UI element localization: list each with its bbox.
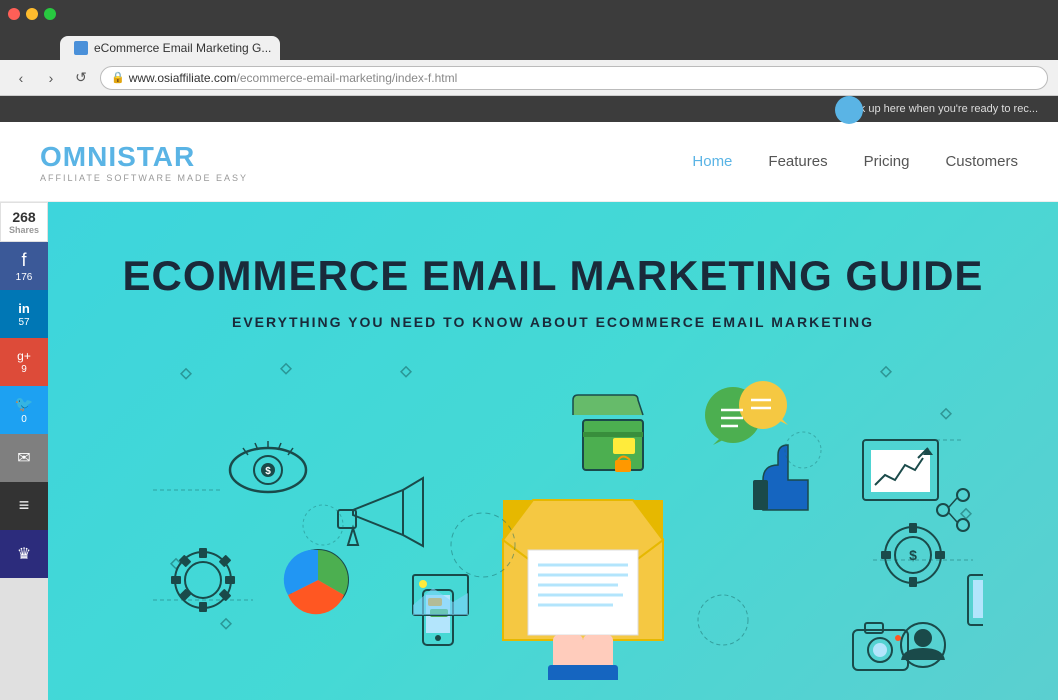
hero-subtitle: EVERYTHING YOU NEED TO KNOW ABOUT ECOMME… — [232, 314, 874, 330]
browser-tabs: eCommerce Email Marketing G... × — [0, 28, 1058, 60]
share-sidebar: 268 Shares f 176 in 57 g+ 9 🐦 0 ✉ — [0, 202, 48, 700]
twitter-share-button[interactable]: 🐦 0 — [0, 386, 48, 434]
nav-home[interactable]: Home — [692, 153, 732, 170]
site-header: OMNISTAR AFFILIATE SOFTWARE MADE EASY Ho… — [0, 122, 1058, 202]
tab-title: eCommerce Email Marketing G... — [94, 41, 271, 55]
active-tab[interactable]: eCommerce Email Marketing G... × — [60, 36, 280, 60]
fullscreen-dot[interactable] — [44, 8, 56, 20]
tab-favicon — [74, 41, 88, 55]
browser-chrome: eCommerce Email Marketing G... × ‹ › ↺ 🔒… — [0, 0, 1058, 122]
twitter-count: 0 — [21, 414, 27, 425]
linkedin-share-button[interactable]: in 57 — [0, 290, 48, 338]
linkedin-count: 57 — [18, 317, 29, 328]
email-icon: ✉ — [17, 448, 30, 468]
secure-icon: 🔒 — [111, 71, 125, 84]
hero-section: ECOMMERCE EMAIL MARKETING GUIDE EVERYTHI… — [48, 202, 1058, 700]
close-dot[interactable] — [8, 8, 20, 20]
crown-icon: ♛ — [17, 544, 31, 564]
browser-toolbar: ‹ › ↺ 🔒 www.osiaffiliate.com /ecommerce-… — [0, 60, 1058, 96]
share-number: 268 — [1, 209, 47, 225]
address-bar[interactable]: 🔒 www.osiaffiliate.com /ecommerce-email-… — [100, 66, 1048, 90]
share-label: Shares — [1, 225, 47, 235]
address-url-main: www.osiaffiliate.com — [129, 71, 237, 85]
googleplus-share-button[interactable]: g+ 9 — [0, 338, 48, 386]
logo-tagline: AFFILIATE SOFTWARE MADE EASY — [40, 173, 248, 183]
address-url-path: /ecommerce-email-marketing/index-f.html — [237, 71, 458, 85]
hero-title: ECOMMERCE EMAIL MARKETING GUIDE — [123, 252, 984, 300]
svg-text:$: $ — [265, 466, 271, 477]
browser-titlebar — [0, 0, 1058, 28]
linkedin-icon: in — [18, 301, 30, 316]
banner-circle[interactable] — [835, 96, 863, 124]
minimize-dot[interactable] — [26, 8, 38, 20]
facebook-icon: f — [21, 250, 26, 271]
top-banner-text: Click up here when you're ready to rec..… — [841, 103, 1038, 115]
refresh-button[interactable]: ↺ — [70, 67, 92, 89]
forward-button[interactable]: › — [40, 67, 62, 89]
logo: OMNISTAR AFFILIATE SOFTWARE MADE EASY — [40, 141, 248, 183]
website: OMNISTAR AFFILIATE SOFTWARE MADE EASY Ho… — [0, 122, 1058, 700]
logo-omni: OMNI — [40, 141, 117, 172]
buffer-share-button[interactable]: ≡ — [0, 482, 48, 530]
nav-customers[interactable]: Customers — [945, 153, 1018, 170]
back-button[interactable]: ‹ — [10, 67, 32, 89]
svg-text:$: $ — [909, 547, 917, 563]
googleplus-count: 9 — [21, 364, 27, 375]
site-nav: Home Features Pricing Customers — [692, 153, 1018, 170]
nav-pricing[interactable]: Pricing — [864, 153, 910, 170]
buffer-icon: ≡ — [19, 495, 30, 516]
email-share-button[interactable]: ✉ — [0, 434, 48, 482]
hero-illustration: $ — [123, 360, 983, 680]
googleplus-icon: g+ — [17, 349, 31, 363]
top-banner: Click up here when you're ready to rec..… — [0, 96, 1058, 122]
share-count-box: 268 Shares — [0, 202, 48, 242]
crown-share-button[interactable]: ♛ — [0, 530, 48, 578]
logo-text: OMNISTAR — [40, 141, 248, 173]
logo-star: STAR — [117, 141, 195, 172]
facebook-share-button[interactable]: f 176 — [0, 242, 48, 290]
nav-features[interactable]: Features — [768, 153, 827, 170]
twitter-icon: 🐦 — [15, 395, 34, 413]
content-area: 268 Shares f 176 in 57 g+ 9 🐦 0 ✉ — [0, 202, 1058, 700]
facebook-count: 176 — [16, 272, 33, 283]
